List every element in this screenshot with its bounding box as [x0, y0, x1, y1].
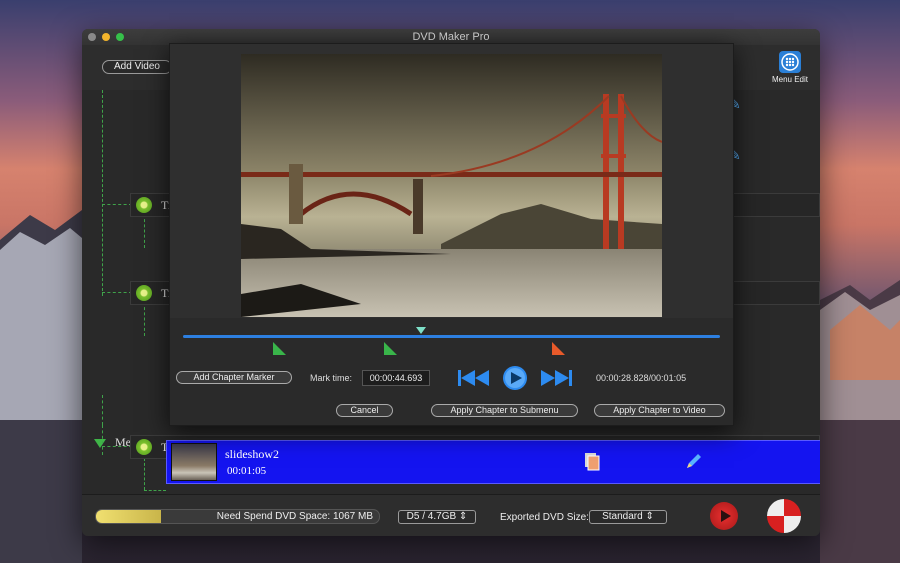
chapter-dialog: Add Chapter Marker Mark time: 00:00:44.6…	[169, 43, 734, 426]
dvd-space-fill	[96, 510, 162, 523]
burn-button[interactable]	[710, 502, 738, 530]
video-preview	[241, 54, 662, 317]
playhead-marker[interactable]	[416, 327, 426, 334]
skip-back-icon[interactable]	[458, 370, 489, 386]
tree-connector	[144, 458, 145, 490]
chapter-marker-green[interactable]	[384, 342, 397, 355]
menu-edit-button[interactable]: Menu Edit	[770, 51, 810, 84]
tree-connector	[102, 395, 103, 425]
preview-image	[241, 54, 662, 317]
skip-forward-icon[interactable]	[541, 370, 572, 386]
chapter-timeline-panel: Add Chapter Marker Mark time: 00:00:44.6…	[170, 318, 733, 425]
tree-connector	[144, 490, 166, 491]
disc-burn-icon[interactable]	[767, 499, 801, 533]
add-video-button[interactable]: Add Video	[102, 60, 172, 74]
export-size-value: Standard	[602, 511, 643, 522]
export-size-select[interactable]: Standard ⇕	[589, 510, 667, 524]
window-title: DVD Maker Pro	[412, 31, 490, 43]
tree-connector	[102, 204, 132, 205]
tree-connector	[144, 302, 145, 336]
disc-icon	[136, 197, 152, 213]
selected-video-row[interactable]: slideshow2 00:01:05	[166, 440, 820, 484]
mark-time-field[interactable]: 00:00:44.693	[362, 370, 430, 386]
chapter-marker-green[interactable]	[273, 342, 286, 355]
video-name: slideshow2	[225, 447, 279, 461]
tree-connector	[102, 425, 103, 455]
pencil-icon[interactable]	[683, 450, 705, 477]
dvd-space-text: Need Spend DVD Space: 1067 MB	[216, 511, 373, 522]
play-icon[interactable]	[503, 366, 527, 390]
mark-time-label: Mark time:	[310, 373, 353, 383]
tree-connector	[144, 214, 145, 248]
menu-edit-icon	[779, 51, 801, 73]
apply-to-video-button[interactable]: Apply Chapter to Video	[594, 404, 725, 417]
video-duration: 00:01:05	[227, 465, 267, 477]
time-readout: 00:00:28.828/00:01:05	[596, 373, 687, 383]
close-window-button[interactable]	[88, 33, 96, 41]
bottom-bar: Need Spend DVD Space: 1067 MB D5 / 4.7GB…	[82, 494, 820, 536]
tree-connector	[102, 90, 103, 296]
menu-edit-label: Menu Edit	[771, 75, 809, 84]
transport-controls	[458, 366, 572, 390]
add-chapter-marker-button[interactable]: Add Chapter Marker	[176, 371, 292, 384]
select-arrows-icon: ⇕	[645, 511, 654, 522]
disc-type-select[interactable]: D5 / 4.7GB ⇕	[398, 510, 476, 524]
minimize-window-button[interactable]	[102, 33, 110, 41]
video-thumbnail	[171, 443, 217, 481]
select-arrows-icon: ⇕	[458, 511, 468, 522]
disc-type-value: D5 / 4.7GB	[406, 511, 457, 522]
export-size-label: Exported DVD Size:	[500, 512, 589, 523]
play-red-icon	[721, 510, 731, 522]
dvd-space-meter: Need Spend DVD Space: 1067 MB	[95, 509, 380, 524]
maximize-window-button[interactable]	[116, 33, 124, 41]
copy-icon[interactable]	[582, 451, 602, 476]
timeline-track[interactable]	[183, 335, 720, 338]
chapter-marker-current[interactable]	[552, 342, 565, 355]
cancel-button[interactable]: Cancel	[336, 404, 393, 417]
tree-connector	[102, 446, 132, 447]
apply-to-submenu-button[interactable]: Apply Chapter to Submenu	[431, 404, 578, 417]
disc-icon	[136, 285, 152, 301]
tree-connector	[102, 292, 132, 293]
disc-icon	[136, 439, 152, 455]
